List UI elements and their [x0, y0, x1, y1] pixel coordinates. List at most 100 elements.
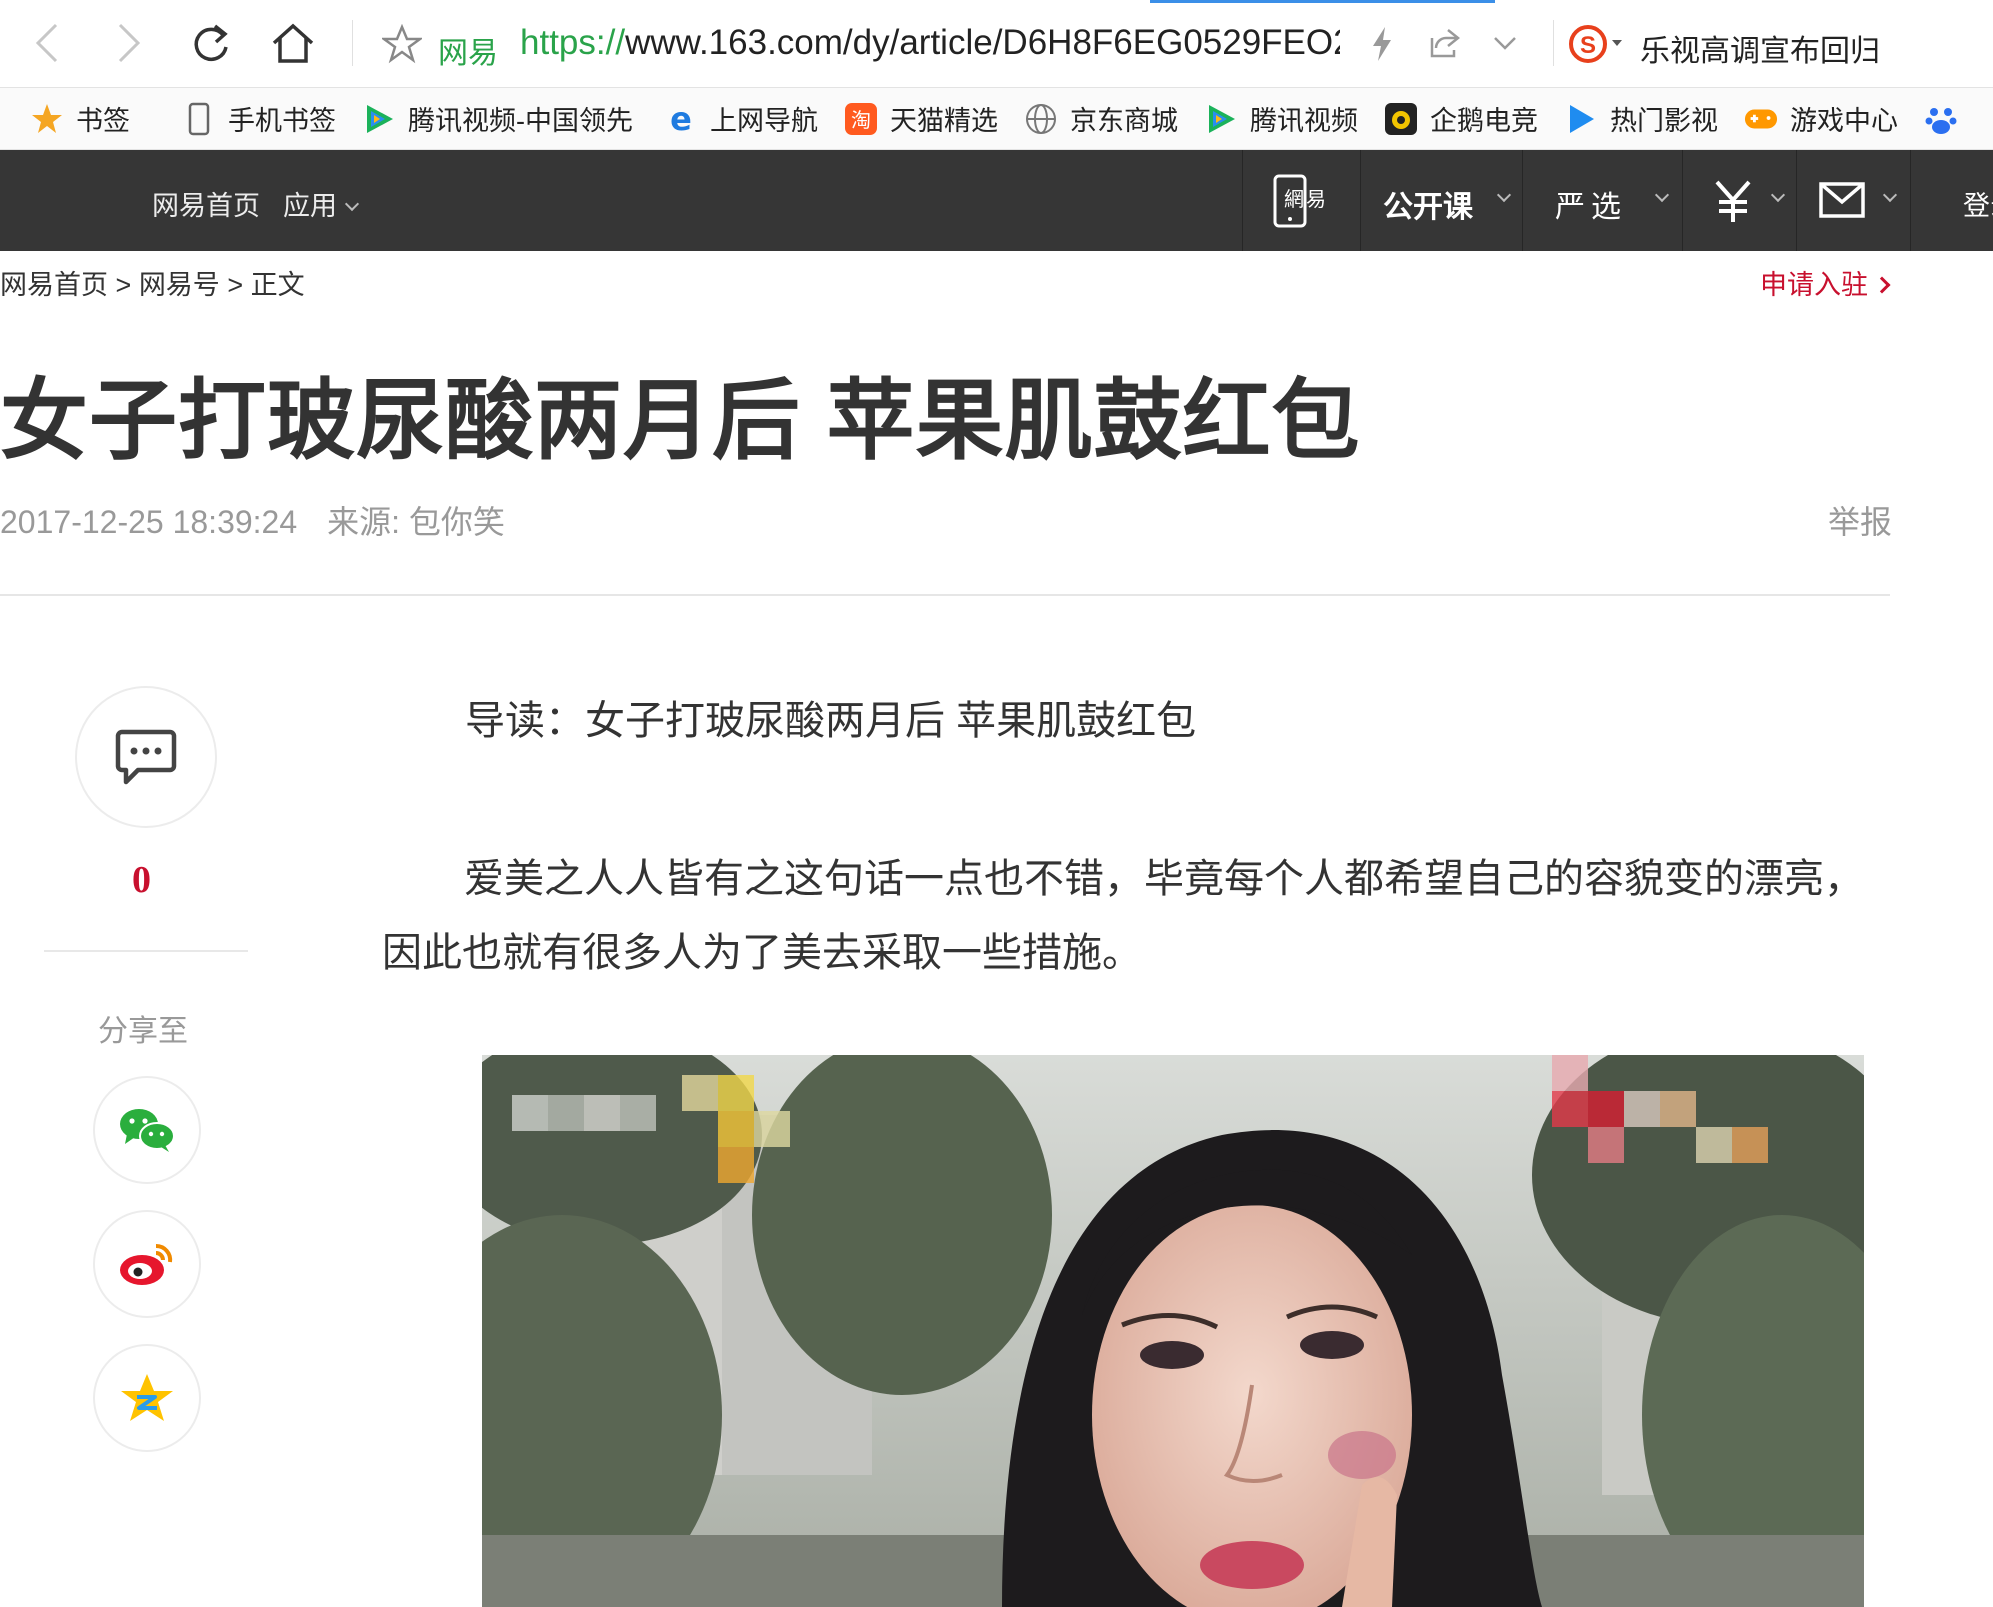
- nav-open-course-menu[interactable]: 公开课: [1360, 150, 1522, 251]
- bookmark-label: 腾讯视频-中国领先: [408, 106, 633, 136]
- baidu-paw-icon: [1924, 102, 1958, 136]
- breadcrumb-current: 正文: [250, 270, 305, 300]
- apply-join-label: 申请入驻: [1760, 270, 1868, 300]
- bookmark-star-button[interactable]: [380, 23, 424, 69]
- gamepad-icon: [1744, 102, 1778, 136]
- url-field[interactable]: https://www.163.com/dy/article/D6H8F6EG0…: [520, 23, 1340, 63]
- bookmark-item[interactable]: 京东商城: [1024, 99, 1178, 138]
- phone-icon: [182, 102, 216, 136]
- apply-join-link[interactable]: 申请入驻: [1760, 263, 1891, 302]
- chevron-down-icon: [1494, 37, 1516, 50]
- browser-address-bar: 网易 https://www.163.com/dy/article/D6H8F6…: [0, 0, 1993, 88]
- bookmark-label: 天猫精选: [890, 106, 998, 136]
- divider: [352, 20, 353, 66]
- wechat-icon: [120, 1109, 175, 1152]
- article-paragraph-text: 爱美之人人皆有之这句话一点也不错，毕竟每个人都希望自己的容貌变的漂亮，因此也就有…: [382, 857, 1864, 975]
- home-icon: [272, 23, 314, 63]
- home-button[interactable]: [268, 18, 318, 68]
- bookmark-label: 手机书签: [228, 106, 336, 136]
- bookmark-item[interactable]: 腾讯视频-中国领先: [362, 99, 638, 138]
- bookmark-label: 京东商城: [1070, 106, 1178, 136]
- bookmark-item[interactable]: 书签: [30, 99, 130, 138]
- nav-yanxuan-menu[interactable]: 严选: [1522, 150, 1682, 251]
- share-wechat-button[interactable]: [93, 1076, 201, 1184]
- nav-mail-menu[interactable]: [1796, 150, 1910, 251]
- share-qzone-button[interactable]: [93, 1344, 201, 1452]
- report-link[interactable]: 举报: [1828, 497, 1892, 543]
- bookmark-label: 企鹅电竞: [1430, 106, 1538, 136]
- divider: [0, 594, 1890, 596]
- article-title: 女子打玻尿酸两月后 苹果肌鼓红包: [0, 371, 1361, 470]
- publish-datetime: 2017-12-25 18:39:24: [0, 504, 298, 540]
- star-outline-icon: [380, 23, 424, 64]
- url-protocol: https://: [520, 23, 626, 62]
- svg-text:易: 易: [1306, 187, 1326, 211]
- divider: [1553, 20, 1554, 66]
- bookmark-item[interactable]: 手机书签: [182, 99, 336, 138]
- breadcrumb-separator: >: [115, 270, 132, 300]
- tencent-video-icon: [362, 102, 396, 136]
- url-dropdown-button[interactable]: [1492, 26, 1518, 65]
- chevron-down-icon: [1882, 187, 1898, 203]
- chevron-down-icon: [1770, 187, 1786, 203]
- page-load-indicator: [1150, 0, 1495, 3]
- bookmark-label: 游戏中心: [1790, 106, 1898, 136]
- share-icon: [1430, 29, 1461, 58]
- svg-text:淘: 淘: [851, 108, 871, 132]
- tencent-video-icon: [1204, 102, 1238, 136]
- sogou-icon: S: [1569, 25, 1622, 63]
- article-paragraph: 爱美之人人皆有之这句话一点也不错，毕竟每个人都希望自己的容貌变的漂亮，因此也就有…: [382, 842, 1882, 990]
- bookmark-label: 书签: [76, 106, 130, 136]
- breadcrumb: 网易首页 > 网易号 > 正文: [0, 263, 305, 302]
- bookmark-item[interactable]: e 上网导航: [664, 99, 818, 138]
- nav-netease-app-button[interactable]: 網 易: [1242, 150, 1360, 251]
- bookmark-item[interactable]: [1924, 102, 1970, 136]
- bookmark-label: 上网导航: [710, 106, 818, 136]
- mobile-netease-icon: 網 易: [1273, 174, 1326, 228]
- breadcrumb-dy-link[interactable]: 网易号: [139, 270, 220, 300]
- nav-payment-menu[interactable]: [1682, 150, 1796, 251]
- lightning-icon: [1373, 27, 1391, 61]
- search-engine-selector[interactable]: S: [1568, 24, 1622, 64]
- bookmark-item[interactable]: 企鹅电竞: [1384, 99, 1538, 138]
- nav-apps-menu[interactable]: 应用: [283, 184, 360, 223]
- share-page-button[interactable]: [1428, 26, 1462, 65]
- forward-button[interactable]: [104, 18, 154, 68]
- nav-home-link[interactable]: 网易首页: [152, 184, 260, 223]
- svg-text:網: 網: [1284, 187, 1304, 211]
- ie-icon: e: [664, 102, 698, 136]
- bookmark-item[interactable]: 淘 天猫精选: [844, 99, 998, 138]
- share-weibo-button[interactable]: [93, 1210, 201, 1318]
- taobao-icon: 淘: [844, 102, 878, 136]
- nav-login-button[interactable]: 登录: [1910, 150, 1993, 251]
- bookmark-label: 腾讯视频: [1250, 106, 1358, 136]
- weibo-icon: [120, 1243, 173, 1285]
- bookmarks-bar: 书签 手机书签 腾讯视频-中国领先 e 上网导航 淘 天猫精选 京东商城 腾讯视…: [0, 88, 1993, 150]
- qzone-star-icon: [121, 1374, 173, 1421]
- site-identity-label: 网易: [438, 37, 498, 70]
- divider: [44, 950, 248, 952]
- nav-open-course-label: 公开课: [1383, 191, 1473, 224]
- comment-count[interactable]: 0: [132, 858, 151, 902]
- article-lead: 导读：女子打玻尿酸两月后 苹果肌鼓红包: [465, 699, 1197, 743]
- search-input[interactable]: 乐视高调宣布回归: [1640, 26, 1880, 70]
- back-button[interactable]: [22, 18, 72, 68]
- bookmark-item[interactable]: 热门影视: [1564, 99, 1718, 138]
- yen-icon: [1715, 180, 1751, 222]
- photo-image: [482, 1055, 1864, 1607]
- nav-apps-label: 应用: [283, 191, 337, 221]
- article-meta: 2017-12-25 18:39:24 来源: 包你笑: [0, 497, 505, 543]
- share-label: 分享至: [98, 1015, 188, 1048]
- breadcrumb-separator: >: [227, 270, 244, 300]
- reload-button[interactable]: [186, 18, 236, 68]
- breadcrumb-home-link[interactable]: 网易首页: [0, 270, 108, 300]
- article-source: 来源: 包你笑: [327, 504, 505, 540]
- svg-text:e: e: [670, 102, 692, 136]
- chevron-down-icon: [1654, 187, 1670, 203]
- comment-button[interactable]: [75, 686, 217, 828]
- bookmark-item[interactable]: 腾讯视频: [1204, 99, 1358, 138]
- bookmark-item[interactable]: 游戏中心: [1744, 99, 1898, 138]
- lightning-button[interactable]: [1370, 26, 1394, 67]
- globe-icon: [1024, 102, 1058, 136]
- bookmark-label: 热门影视: [1610, 106, 1718, 136]
